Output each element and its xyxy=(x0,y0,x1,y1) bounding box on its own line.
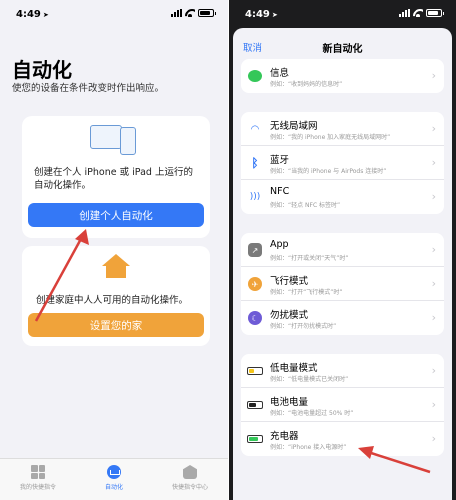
devices-icon xyxy=(90,125,142,161)
chevron-right-icon: › xyxy=(431,432,436,445)
trigger-group-settings: ↗ App 例如：“打开或关闭“天气”时” › ✈ 飞行模式 例如：“打开“飞行… xyxy=(241,233,444,335)
chevron-right-icon: › xyxy=(431,398,436,411)
trigger-row-bluetooth[interactable]: ᛒ 蓝牙 例如：“当我的 iPhone 与 AirPods 连接时” › xyxy=(241,146,444,180)
nfc-icon: ))) xyxy=(249,192,261,202)
chevron-right-icon: › xyxy=(431,122,436,135)
chevron-right-icon: › xyxy=(431,69,436,82)
trigger-row-wifi[interactable]: ◠ 无线局域网 例如：“我的 iPhone 加入家庭无线局域网时” › xyxy=(241,112,444,146)
new-automation-sheet: 取消 新自动化 信息 例如：“收到妈妈的信息时” › ◠ 无线局域网 例如：“我… xyxy=(233,28,452,500)
signal-icon xyxy=(171,9,182,17)
setup-home-button[interactable]: 设置您的家 xyxy=(28,313,204,337)
home-automation-description: 创建家庭中人人可用的自动化操作。 xyxy=(36,295,189,306)
airplane-icon: ✈ xyxy=(247,276,263,292)
chevron-right-icon: › xyxy=(431,243,436,256)
moon-icon: ☾ xyxy=(247,310,263,326)
sheet-title: 新自动化 xyxy=(322,44,363,55)
new-automation-screen: 4:49 ➤ 取消 新自动化 信息 例如：“收到妈妈的信息时” › ◠ 无线局域网 xyxy=(229,0,456,500)
charger-icon xyxy=(247,431,263,447)
page-title: 自动化 xyxy=(12,58,72,82)
trigger-row-charger[interactable]: 充电器 例如：“iPhone 接入电源时” › xyxy=(241,422,444,456)
home-icon xyxy=(102,254,130,278)
create-personal-automation-button[interactable]: 创建个人自动化 xyxy=(28,203,204,227)
message-icon xyxy=(247,68,263,84)
trigger-row-nfc[interactable]: ))) NFC 例如：“轻点 NFC 标签时” › xyxy=(241,180,444,214)
trigger-row-low-power[interactable]: 低电量模式 例如：“低电量模式已关闭时” › xyxy=(241,354,444,388)
home-automation-card: 创建家庭中人人可用的自动化操作。 设置您的家 xyxy=(22,246,210,346)
trigger-group-messages: 信息 例如：“收到妈妈的信息时” › xyxy=(241,59,444,93)
trigger-row-message[interactable]: 信息 例如：“收到妈妈的信息时” › xyxy=(241,59,444,93)
status-bar: 4:49 ➤ xyxy=(229,0,456,26)
wifi-icon: ◠ xyxy=(250,123,260,135)
grid-icon xyxy=(31,465,45,479)
trigger-row-dnd[interactable]: ☾ 勿扰模式 例如：“打开勿扰模式时” › xyxy=(241,301,444,335)
chevron-right-icon: › xyxy=(431,156,436,169)
status-time: 4:49 ➤ xyxy=(16,9,49,20)
page-subtitle: 使您的设备在条件改变时作出响应。 xyxy=(12,83,165,94)
signal-icon xyxy=(399,9,410,17)
app-icon: ↗ xyxy=(247,242,263,258)
sheet-header: 取消 新自动化 xyxy=(233,28,452,62)
tab-gallery[interactable]: 快捷指令中心 xyxy=(152,459,228,500)
automation-icon xyxy=(107,465,121,479)
trigger-row-airplane[interactable]: ✈ 飞行模式 例如：“打开“飞行模式”时” › xyxy=(241,267,444,301)
wifi-icon xyxy=(185,9,195,17)
tab-bar: 我的快捷指令 自动化 快捷指令中心 xyxy=(0,458,228,500)
gallery-icon xyxy=(183,465,197,479)
chevron-right-icon: › xyxy=(431,277,436,290)
battery-icon xyxy=(198,9,216,17)
personal-automation-card: 创建在个人 iPhone 或 iPad 上运行的自动化操作。 创建个人自动化 xyxy=(22,116,210,238)
chevron-right-icon: › xyxy=(431,190,436,203)
battery-icon xyxy=(426,9,444,17)
personal-automation-description: 创建在个人 iPhone 或 iPad 上运行的自动化操作。 xyxy=(34,167,193,191)
trigger-row-battery-level[interactable]: 电池电量 例如：“电池电量超过 50% 时” › xyxy=(241,388,444,422)
tab-automation[interactable]: 自动化 xyxy=(76,459,152,500)
low-battery-icon xyxy=(247,363,263,379)
trigger-group-connectivity: ◠ 无线局域网 例如：“我的 iPhone 加入家庭无线局域网时” › ᛒ 蓝牙… xyxy=(241,112,444,214)
chevron-right-icon: › xyxy=(431,311,436,324)
wifi-icon xyxy=(413,9,423,17)
status-bar: 4:49 ➤ xyxy=(0,0,228,26)
status-time: 4:49 ➤ xyxy=(245,9,278,20)
chevron-right-icon: › xyxy=(431,364,436,377)
tab-my-shortcuts[interactable]: 我的快捷指令 xyxy=(0,459,76,500)
automation-screen: 4:49 ➤ 自动化 使您的设备在条件改变时作出响应。 创建在个人 iPhone … xyxy=(0,0,228,500)
bluetooth-icon: ᛒ xyxy=(251,156,259,170)
status-icons xyxy=(171,9,216,17)
battery-icon xyxy=(247,397,263,413)
trigger-row-app[interactable]: ↗ App 例如：“打开或关闭“天气”时” › xyxy=(241,233,444,267)
trigger-group-battery: 低电量模式 例如：“低电量模式已关闭时” › 电池电量 例如：“电池电量超过 5… xyxy=(241,354,444,456)
status-icons xyxy=(399,9,444,17)
